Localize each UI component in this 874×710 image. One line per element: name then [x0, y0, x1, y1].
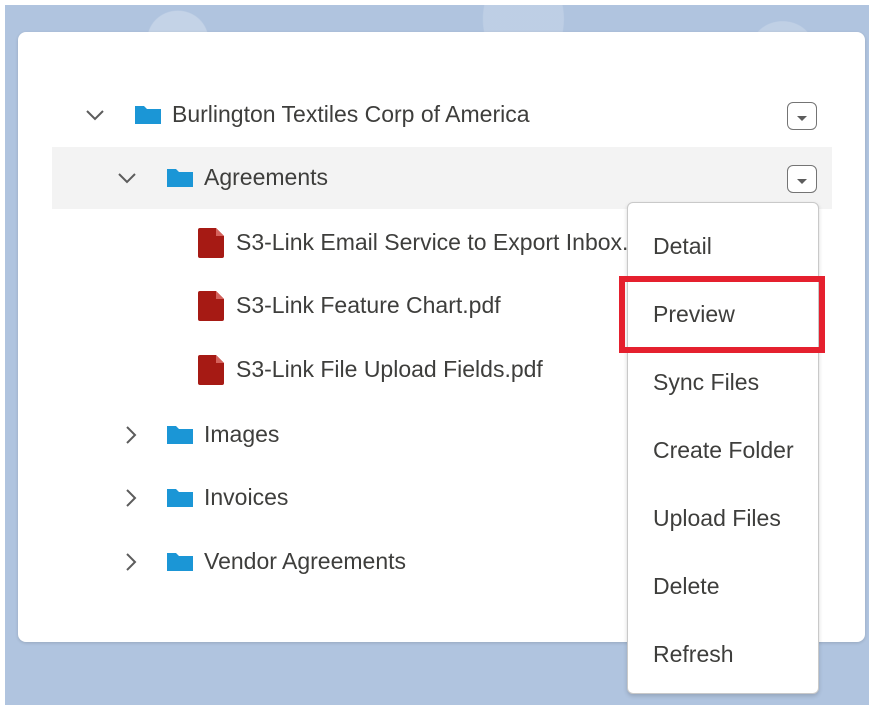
folder-icon	[167, 426, 193, 444]
folder-icon	[167, 553, 193, 571]
menu-item-sync-files[interactable]: Sync Files	[628, 357, 818, 407]
menu-item-delete[interactable]: Delete	[628, 561, 818, 611]
chevron-right-icon[interactable]	[120, 487, 142, 509]
file-label-clip: S3-Link Email Service to Export Inbox.pd…	[236, 212, 628, 274]
tree-label-images: Images	[204, 421, 280, 447]
tree-label-root: Burlington Textiles Corp of America	[172, 101, 530, 127]
menu-item-upload-files[interactable]: Upload Files	[628, 493, 818, 543]
root-actions-button[interactable]	[787, 102, 817, 130]
agreements-actions-button[interactable]	[787, 165, 817, 193]
preview-highlight-box	[619, 276, 825, 353]
chevron-right-icon[interactable]	[120, 424, 142, 446]
folder-icon	[135, 106, 161, 124]
file-label: S3-Link Feature Chart.pdf	[236, 292, 501, 318]
tree-label-agreements: Agreements	[204, 164, 329, 190]
chevron-down-icon[interactable]	[84, 104, 106, 126]
chevron-right-icon[interactable]	[120, 551, 142, 573]
folder-icon	[167, 489, 193, 507]
chevron-down-icon[interactable]	[116, 167, 138, 189]
menu-item-create-folder[interactable]: Create Folder	[628, 425, 818, 475]
pdf-icon	[198, 228, 224, 258]
dropdown-arrow-icon	[797, 116, 807, 121]
pdf-icon	[198, 291, 224, 321]
tree-label-vendor-agreements: Vendor Agreements	[204, 548, 407, 574]
file-label: S3-Link Email Service to Export Inbox.pd…	[236, 229, 628, 255]
file-label: S3-Link File Upload Fields.pdf	[236, 356, 543, 382]
tree-row-root[interactable]: Burlington Textiles Corp of America	[18, 84, 865, 146]
tree-row-agreements[interactable]: Agreements	[52, 147, 832, 209]
menu-item-refresh[interactable]: Refresh	[628, 629, 818, 679]
dropdown-arrow-icon	[797, 179, 807, 184]
menu-item-detail[interactable]: Detail	[628, 221, 818, 271]
folder-icon	[167, 169, 193, 187]
tree-label-invoices: Invoices	[204, 484, 289, 510]
pdf-icon	[198, 355, 224, 385]
